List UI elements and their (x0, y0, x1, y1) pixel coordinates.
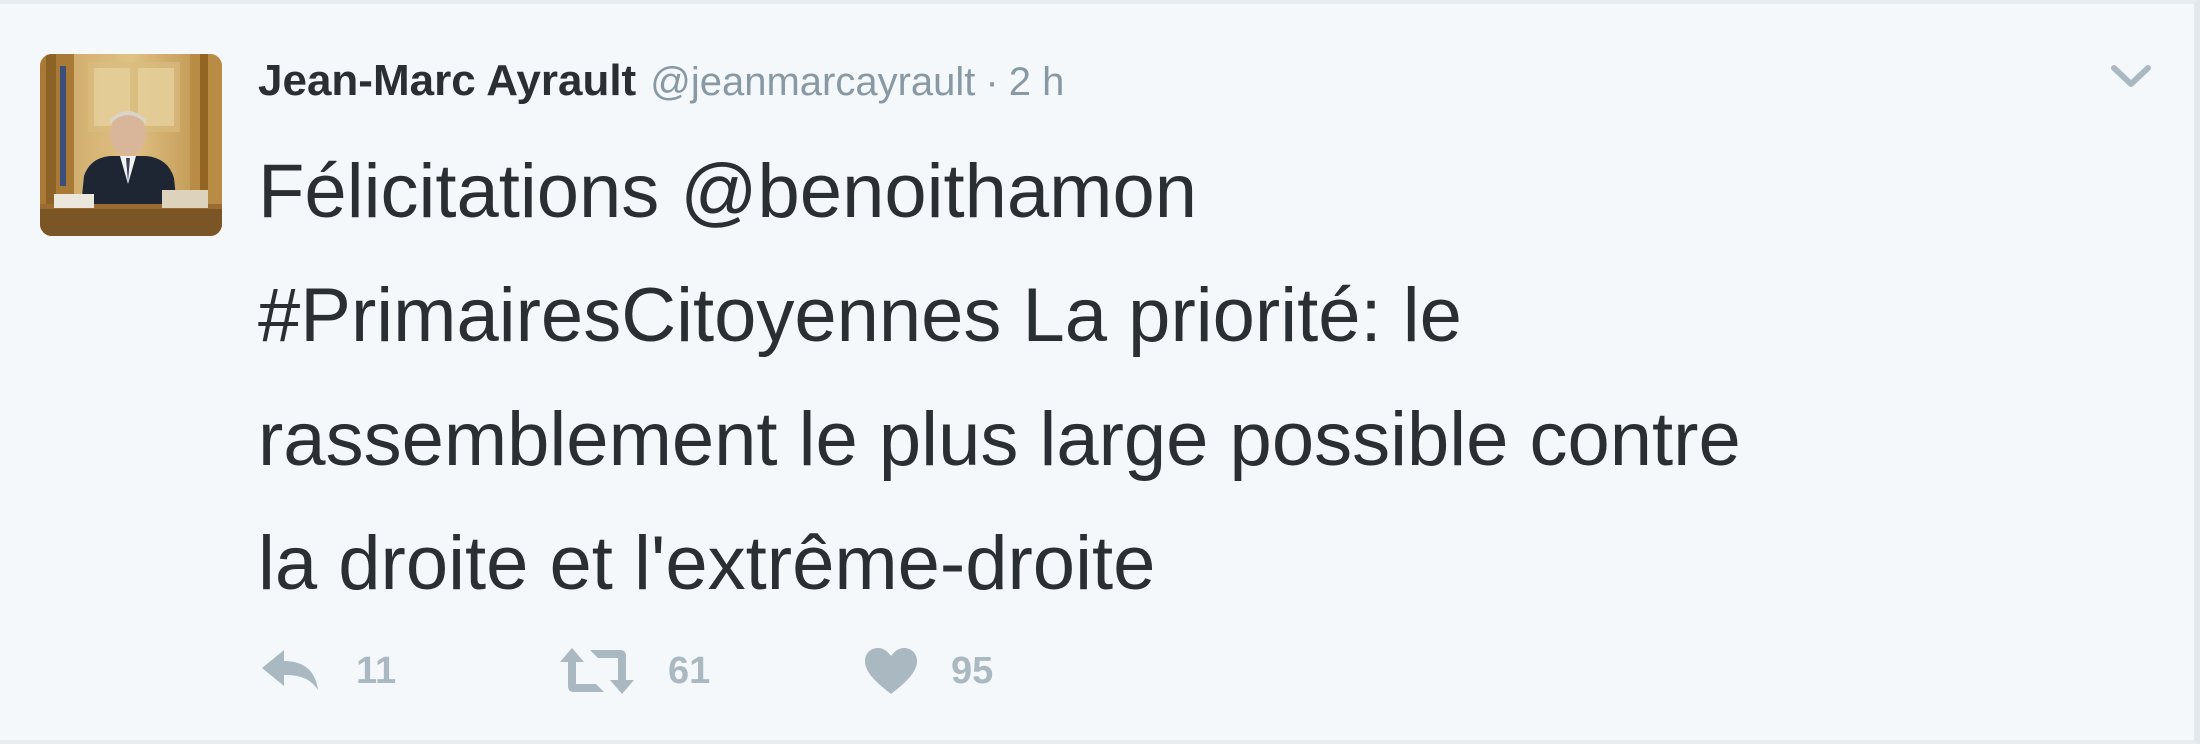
reply-count: 11 (356, 649, 397, 692)
author-name[interactable]: Jean-Marc Ayrault (258, 56, 636, 106)
heart-icon (865, 648, 917, 694)
tweet-text: Félicitations @benoithamon #PrimairesCit… (258, 130, 2158, 626)
more-menu-button[interactable] (2108, 58, 2154, 94)
tweet-card[interactable]: Jean-Marc Ayrault @jeanmarcayrault · 2 h… (0, 0, 2200, 744)
chevron-down-icon (2111, 65, 2151, 87)
retweet-count: 61 (668, 649, 711, 692)
timestamp[interactable]: 2 h (1009, 60, 1065, 105)
avatar[interactable] (40, 54, 222, 236)
author-handle[interactable]: @jeanmarcayrault (650, 60, 975, 105)
tweet-header: Jean-Marc Ayrault @jeanmarcayrault · 2 h (258, 56, 1064, 116)
tweet-actions: 11 61 95 (258, 636, 1063, 706)
retweet-button[interactable]: 61 (558, 646, 863, 696)
reply-button[interactable]: 11 (258, 646, 558, 696)
avatar-photo (40, 54, 222, 236)
like-button[interactable]: 95 (863, 646, 1063, 696)
tweet-text-line: rassemblement le plus large possible con… (258, 397, 1741, 482)
tweet-text-line: la droite et l'extrême-droite (258, 521, 1156, 606)
like-count: 95 (951, 649, 994, 692)
tweet-text-line: #PrimairesCitoyennes La priorité: le (258, 273, 1462, 358)
tweet-text-line: Félicitations @benoithamon (258, 149, 1197, 234)
separator-dot: · (985, 60, 999, 104)
reply-icon (262, 650, 318, 690)
retweet-icon (560, 648, 634, 694)
